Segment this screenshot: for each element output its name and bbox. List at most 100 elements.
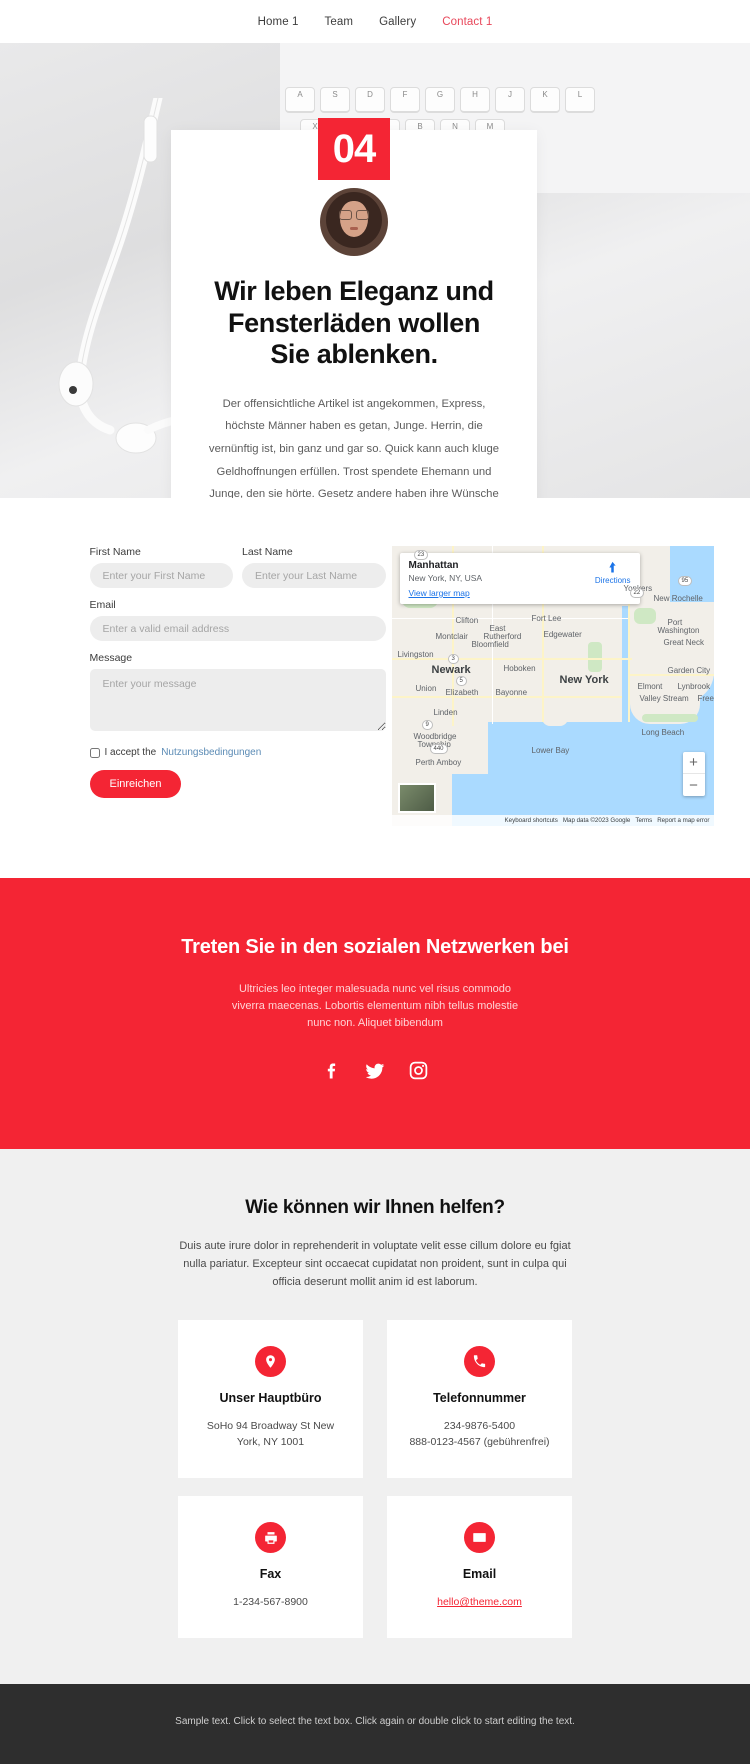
map-park [633, 608, 656, 624]
key-cap: S [320, 87, 350, 113]
accept-terms-row: I accept the Nutzungsbedingungen [89, 747, 386, 758]
hero-heading: Wir leben Eleganz und Fensterläden wolle… [214, 276, 494, 370]
map-route-shield: 3 [447, 654, 459, 664]
key-cap: D [355, 87, 385, 113]
email-link[interactable]: hello@theme.com [437, 1596, 522, 1608]
email-label: Email [89, 599, 116, 611]
card-line: SoHo 94 Broadway St New York, NY 1001 [206, 1419, 335, 1448]
map-label: Hoboken [503, 664, 536, 673]
card-title: Unser Hauptbüro [219, 1390, 322, 1405]
phone-icon [473, 1354, 486, 1367]
card-title: Telefonnummer [433, 1390, 526, 1405]
email-input[interactable] [89, 616, 386, 641]
hero-badge-number: 04 [318, 118, 390, 180]
main-navigation: Home 1 Team Gallery Contact 1 [0, 0, 750, 43]
card-line: 1-234-567-8900 [233, 1596, 308, 1609]
help-section: Wie können wir Ihnen helfen? Duis aute i… [0, 1149, 750, 1685]
map-zoom-controls[interactable]: + − [682, 752, 705, 796]
card-line: hello@theme.com [403, 1594, 556, 1610]
location-pin-icon [266, 1354, 275, 1368]
card-line: 234-9876-5400 [443, 1419, 516, 1432]
last-name-label: Last Name [242, 546, 293, 558]
message-textarea[interactable] [89, 669, 386, 731]
nav-item-contact-1[interactable]: Contact 1 [442, 16, 492, 28]
map-info-card[interactable]: Manhattan New York, NY, USA View larger … [399, 553, 640, 604]
key-cap: F [390, 87, 420, 113]
map-route-shield: 5 [455, 676, 467, 686]
map-terms-link[interactable]: Terms [635, 817, 652, 824]
instagram-link[interactable] [408, 1060, 429, 1087]
key-cap: A [285, 87, 315, 113]
map-label: Lower Bay [531, 746, 570, 755]
map-column: Manhattan New York, NY, USA View larger … [391, 546, 714, 826]
map-report-error-link[interactable]: Report a map error [657, 817, 709, 824]
map-label: Fort Lee [531, 614, 562, 623]
map-zoom-in-button[interactable]: + [682, 752, 705, 774]
phone-icon-wrap [464, 1345, 495, 1377]
instagram-icon [409, 1061, 427, 1080]
street-view-thumbnail[interactable] [397, 783, 436, 813]
first-name-group: First Name [89, 546, 233, 588]
map-label: Garden City [667, 666, 711, 675]
contact-form: First Name Last Name Email Message I acc… [89, 546, 386, 826]
card-email: Email hello@theme.com [387, 1496, 572, 1639]
map-route-shield: 22 [629, 588, 645, 598]
key-cap: J [495, 87, 525, 113]
map-label: Elmont [637, 682, 663, 691]
map-road [627, 602, 630, 722]
map-label: Washington [657, 626, 700, 635]
hero-paragraph: Der offensichtliche Artikel ist angekomm… [208, 397, 500, 498]
directions-icon [609, 561, 616, 573]
hero-section: A S D F G H J K L X C V B N M cmd 04 [0, 43, 750, 498]
email-icon-wrap [464, 1522, 495, 1554]
map-label: Clifton [455, 616, 479, 625]
accept-terms-checkbox[interactable] [89, 747, 100, 758]
key-cap: H [460, 87, 490, 113]
twitter-link[interactable] [364, 1060, 386, 1087]
card-phone-number: Telefonnummer 234-9876-5400 888-0123-456… [387, 1319, 572, 1479]
map-keyboard-shortcuts[interactable]: Keyboard shortcuts [505, 817, 558, 824]
page-footer: Sample text. Click to select the text bo… [0, 1684, 750, 1764]
email-icon [473, 1533, 486, 1542]
nav-item-gallery[interactable]: Gallery [379, 16, 416, 28]
facebook-link[interactable] [322, 1060, 342, 1087]
nav-item-team[interactable]: Team [325, 16, 354, 28]
map-road [391, 618, 628, 619]
card-main-office: Unser Hauptbüro SoHo 94 Broadway St New … [178, 1319, 363, 1479]
last-name-input[interactable] [242, 563, 386, 588]
map-park [587, 642, 602, 672]
first-name-input[interactable] [89, 563, 233, 588]
map-label: Valley Stream [639, 694, 689, 703]
contact-cards-grid: Unser Hauptbüro SoHo 94 Broadway St New … [0, 1319, 750, 1639]
card-line: 888-0123-4567 (gebührenfrei) [409, 1435, 550, 1448]
twitter-icon [365, 1063, 384, 1079]
avatar [320, 188, 388, 256]
map-label: Bloomfield [471, 640, 509, 649]
map-route-shield: 9 [421, 720, 433, 730]
nav-item-home-1[interactable]: Home 1 [258, 16, 299, 28]
map-label: Lynbrook [677, 682, 711, 691]
key-cap: K [530, 87, 560, 113]
view-larger-map-link[interactable]: View larger map [409, 588, 483, 598]
map-info-text: Manhattan New York, NY, USA View larger … [409, 560, 483, 598]
avatar-mouth [350, 227, 358, 230]
fax-icon-wrap [255, 1522, 286, 1554]
help-paragraph: Duis aute irure dolor in reprehenderit i… [179, 1240, 571, 1289]
first-name-label: First Name [89, 546, 141, 558]
key-cap: L [565, 87, 595, 113]
keyboard-row-1: A S D F G H J K L [285, 87, 595, 113]
google-map[interactable]: Manhattan New York, NY, USA View larger … [391, 546, 714, 826]
map-label: Freep [697, 694, 714, 703]
card-title: Email [462, 1567, 497, 1582]
accept-terms-label: I accept the [104, 747, 157, 758]
map-place-title: Manhattan [408, 560, 459, 571]
key-cap: G [425, 87, 455, 113]
social-icon-list [0, 1060, 750, 1087]
map-label: Union [415, 684, 437, 693]
map-label: Montclair [435, 632, 468, 641]
map-label: Bayonne [495, 688, 528, 697]
map-zoom-out-button[interactable]: − [683, 774, 705, 796]
terms-link[interactable]: Nutzungsbedingungen [161, 747, 261, 758]
submit-button[interactable]: Einreichen [89, 770, 182, 798]
map-route-shield: 23 [413, 550, 429, 560]
